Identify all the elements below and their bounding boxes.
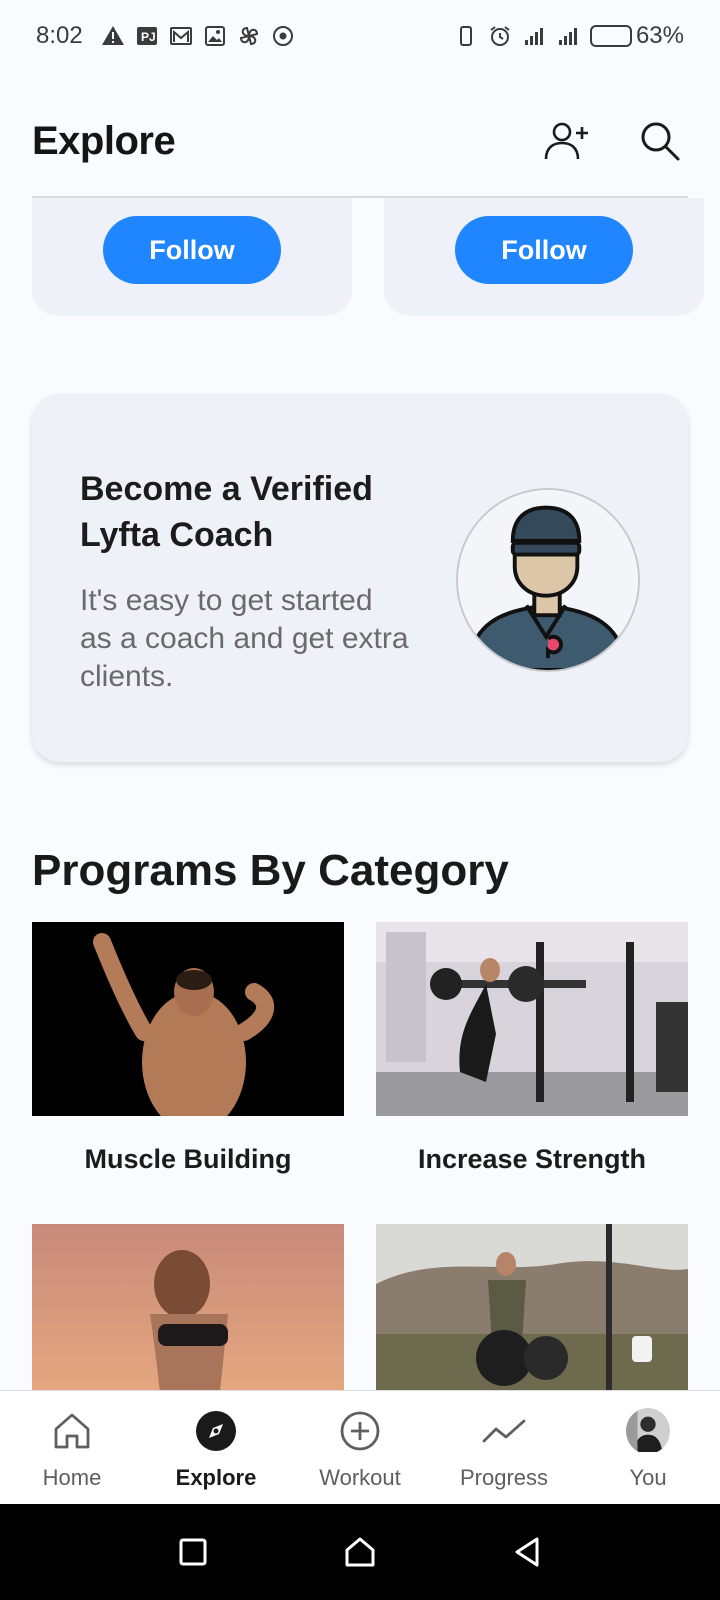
follow-button[interactable]: Follow <box>103 216 281 284</box>
nav-item-you[interactable]: You <box>576 1391 720 1504</box>
signal-icon-1 <box>522 24 546 48</box>
square-icon <box>179 1538 207 1566</box>
nav-label: Workout <box>319 1465 401 1490</box>
svg-text:PJ: PJ <box>141 30 156 44</box>
coach-promo-description: It's easy to get started as a coach and … <box>80 584 409 693</box>
add-friend-button[interactable] <box>538 113 594 169</box>
nav-label: Explore <box>175 1465 257 1490</box>
suggested-user-card: Follow <box>384 198 704 316</box>
alarm-icon <box>488 24 512 48</box>
avatar <box>626 1408 670 1454</box>
page-title: Explore <box>32 118 176 163</box>
program-category-label: Increase Strength <box>417 1144 647 1174</box>
nav-item-workout[interactable]: Workout <box>288 1391 432 1504</box>
search-button[interactable] <box>632 113 688 169</box>
back-button[interactable] <box>507 1532 547 1572</box>
program-category-label: Muscle Building <box>84 1144 292 1174</box>
battery-indicator: 63% <box>589 22 684 50</box>
add-user-icon <box>544 122 588 160</box>
program-image <box>376 922 688 1116</box>
bottom-nav: Home Explore Workout Progress You <box>0 1390 720 1504</box>
status-time: 8:02 <box>36 22 83 49</box>
battery-icon <box>589 25 632 47</box>
nav-label: You <box>629 1465 667 1490</box>
status-left: 8:02 PJ <box>36 22 295 50</box>
nav-item-explore[interactable]: Explore <box>144 1391 288 1504</box>
program-category-tile[interactable]: Increase Strength <box>376 922 688 1175</box>
status-bar: 8:02 PJ 63% <box>0 0 720 72</box>
suggested-user-card: Follow <box>32 198 352 316</box>
nav-item-home[interactable]: Home <box>0 1391 144 1504</box>
program-image <box>32 1224 344 1392</box>
coach-promo-card[interactable]: Become a Verified Lyfta Coach It's easy … <box>32 394 688 762</box>
nav-label: Progress <box>459 1465 549 1490</box>
vibrate-icon <box>454 24 478 48</box>
nav-label: Home <box>42 1465 102 1490</box>
trend-line-icon <box>482 1409 526 1453</box>
system-nav-bar <box>0 1504 720 1600</box>
coach-icon <box>458 490 638 670</box>
recents-button[interactable] <box>173 1532 213 1572</box>
pinwheel-icon <box>237 24 261 48</box>
warning-icon <box>101 24 125 48</box>
coach-illustration <box>456 488 640 672</box>
follow-button[interactable]: Follow <box>455 216 633 284</box>
back-triangle-icon <box>515 1537 539 1567</box>
program-image <box>376 1224 688 1392</box>
profile-avatar <box>626 1408 670 1454</box>
program-image <box>32 922 344 1116</box>
battery-percent: 63% <box>635 22 684 49</box>
coach-promo-title: Become a Verified Lyfta Coach <box>80 470 373 554</box>
app-header: Explore <box>0 88 720 194</box>
image-icon <box>203 24 227 48</box>
plus-circle-icon <box>338 1409 382 1453</box>
program-category-tile[interactable]: Muscle Building <box>32 922 344 1175</box>
programs-section-title: Programs By Category <box>32 846 509 895</box>
search-icon <box>641 122 680 161</box>
signal-icon-2 <box>556 24 580 48</box>
header-actions <box>538 113 688 169</box>
app-notification-icon: PJ <box>135 24 159 48</box>
home-system-button[interactable] <box>340 1532 380 1572</box>
mail-icon <box>169 24 193 48</box>
status-right: 63% <box>454 22 684 50</box>
record-icon <box>271 24 295 48</box>
compass-icon <box>194 1409 238 1453</box>
home-icon <box>50 1409 94 1453</box>
home-outline-icon <box>345 1537 375 1567</box>
nav-item-progress[interactable]: Progress <box>432 1391 576 1504</box>
